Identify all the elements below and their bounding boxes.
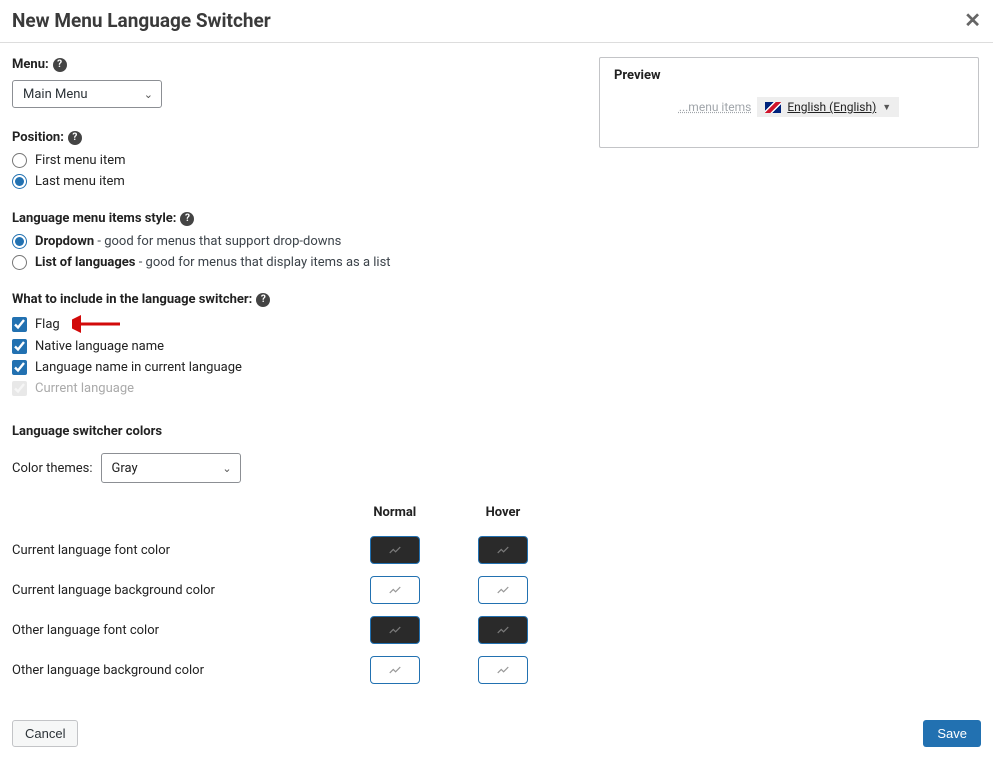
preview-menu-items-placeholder: ...menu items <box>679 100 752 114</box>
style-dropdown-label[interactable]: Dropdown - good for menus that support d… <box>35 234 341 249</box>
preview-language-text: English (English) <box>787 100 876 114</box>
position-last-radio[interactable] <box>12 174 27 189</box>
swatch-other-font-hover[interactable] <box>478 616 528 644</box>
position-first-label[interactable]: First menu item <box>35 153 126 168</box>
color-theme-select[interactable]: Gray ⌄ <box>101 453 241 483</box>
help-icon[interactable]: ? <box>53 58 67 72</box>
include-native-label[interactable]: Native language name <box>35 339 164 354</box>
include-flag-checkbox[interactable] <box>12 317 27 332</box>
col-normal-header: Normal <box>356 501 464 530</box>
row-current-bg: Current language background color <box>12 570 356 610</box>
cancel-button[interactable]: Cancel <box>12 720 78 747</box>
color-theme-value: Gray <box>112 461 138 476</box>
position-first-radio[interactable] <box>12 153 27 168</box>
chevron-down-icon: ▼ <box>882 102 891 113</box>
include-native-checkbox[interactable] <box>12 339 27 354</box>
swatch-other-bg-hover[interactable] <box>478 656 528 684</box>
swatch-current-font-hover[interactable] <box>478 536 528 564</box>
preview-language-dropdown[interactable]: English (English) ▼ <box>757 97 899 117</box>
help-icon[interactable]: ? <box>180 212 194 226</box>
swatch-other-bg-normal[interactable] <box>370 656 420 684</box>
menu-select-value: Main Menu <box>23 87 88 102</box>
chevron-down-icon: ⌄ <box>144 88 153 101</box>
style-list-name: List of languages <box>35 255 135 270</box>
save-button[interactable]: Save <box>923 720 981 747</box>
swatch-current-bg-hover[interactable] <box>478 576 528 604</box>
style-list-label[interactable]: List of languages - good for menus that … <box>35 255 391 270</box>
position-label: Position: <box>12 130 64 145</box>
close-icon[interactable]: ✕ <box>964 8 981 32</box>
menu-label: Menu: <box>12 57 49 72</box>
position-last-label[interactable]: Last menu item <box>35 174 125 189</box>
col-hover-header: Hover <box>464 501 572 530</box>
swatch-other-font-normal[interactable] <box>370 616 420 644</box>
style-dropdown-name: Dropdown <box>35 234 94 249</box>
flag-icon <box>765 102 781 113</box>
help-icon[interactable]: ? <box>68 131 82 145</box>
arrow-annotation-icon <box>72 315 122 333</box>
menu-select[interactable]: Main Menu ⌄ <box>12 80 162 108</box>
style-list-desc: - good for menus that display items as a… <box>135 255 390 270</box>
include-currentlang-label: Current language <box>35 381 134 396</box>
style-label: Language menu items style: <box>12 211 176 226</box>
style-dropdown-radio[interactable] <box>12 234 27 249</box>
swatch-current-font-normal[interactable] <box>370 536 420 564</box>
style-dropdown-desc: - good for menus that support drop-downs <box>94 234 341 249</box>
row-current-font: Current language font color <box>12 530 356 570</box>
preview-title: Preview <box>614 68 964 83</box>
include-label: What to include in the language switcher… <box>12 292 252 307</box>
include-flag-label[interactable]: Flag <box>35 317 60 332</box>
include-currentname-checkbox[interactable] <box>12 360 27 375</box>
include-currentlang-checkbox <box>12 381 27 396</box>
color-table: Normal Hover Current language font color… <box>12 501 572 690</box>
help-icon[interactable]: ? <box>256 293 270 307</box>
style-list-radio[interactable] <box>12 255 27 270</box>
preview-panel: Preview ...menu items English (English) … <box>599 57 979 148</box>
swatch-current-bg-normal[interactable] <box>370 576 420 604</box>
include-currentname-label[interactable]: Language name in current language <box>35 360 242 375</box>
row-other-font: Other language font color <box>12 610 356 650</box>
colors-heading: Language switcher colors <box>12 424 572 439</box>
row-other-bg: Other language background color <box>12 650 356 690</box>
color-theme-label: Color themes: <box>12 461 93 476</box>
chevron-down-icon: ⌄ <box>222 462 231 475</box>
modal-title: New Menu Language Switcher <box>12 9 271 32</box>
